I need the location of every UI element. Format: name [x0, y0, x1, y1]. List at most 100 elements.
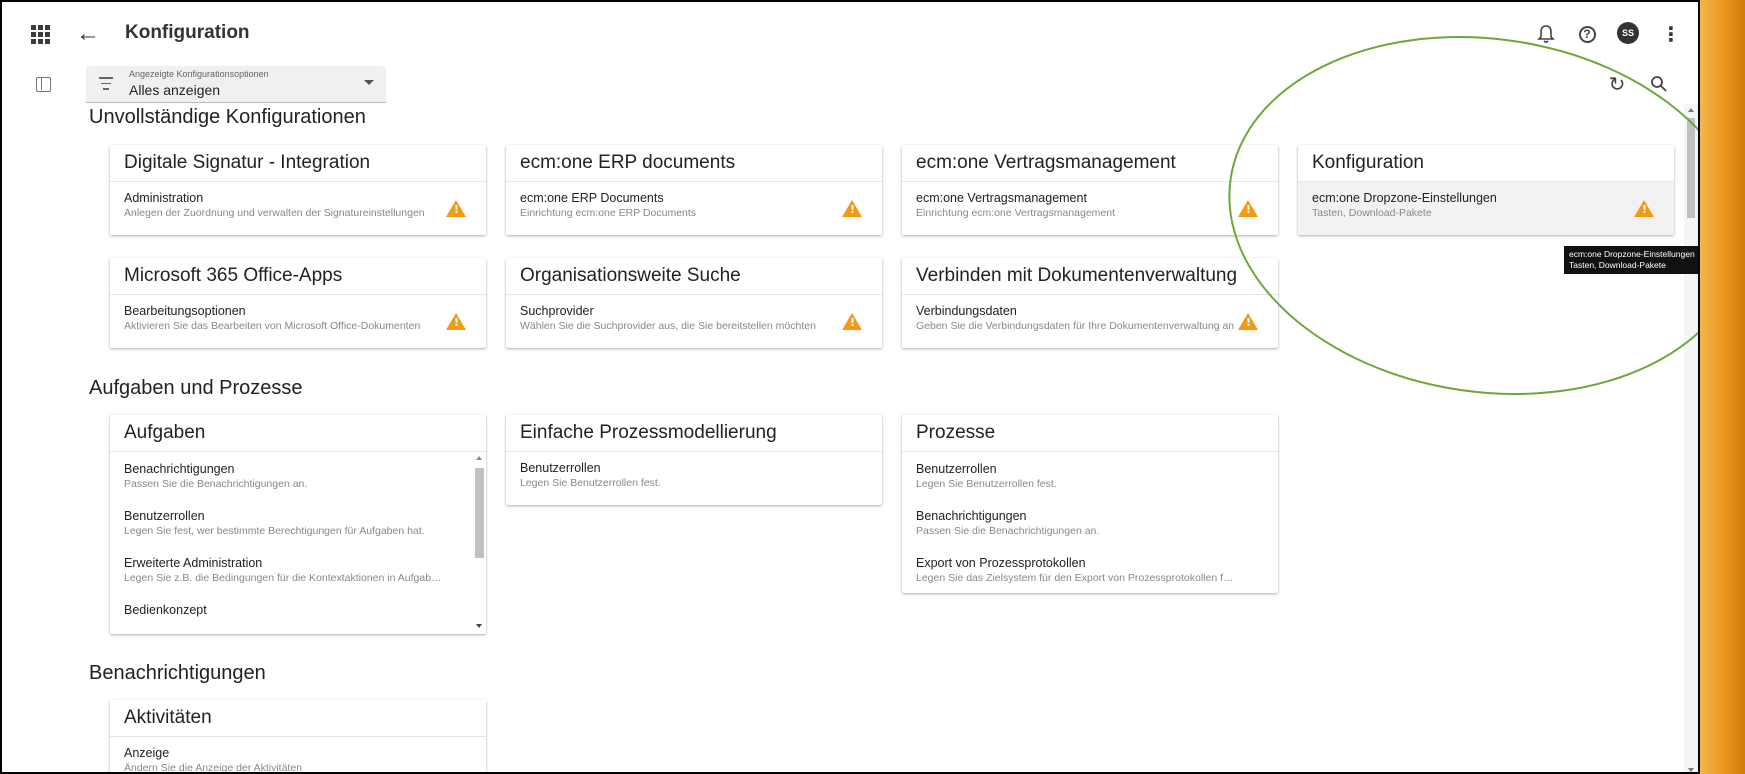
- item-desc: Tasten, Download-Pakete: [1312, 207, 1432, 219]
- section-title-notifications: Benachrichtigungen: [89, 662, 266, 684]
- section-title-tasks-processes: Aufgaben und Prozesse: [89, 377, 303, 399]
- item-name: Bedienkonzept: [124, 603, 207, 617]
- card-title: Microsoft 365 Office-Apps: [110, 258, 486, 295]
- card-aufgaben: Aufgaben Benachrichtigungen Passen Sie d…: [110, 415, 486, 634]
- card-prozessmodellierung: Einfache Prozessmodellierung Benutzerrol…: [506, 415, 882, 505]
- card-erp-documents: ecm:one ERP documents ecm:one ERP Docume…: [506, 145, 882, 235]
- item-name: Export von Prozessprotokollen: [916, 556, 1086, 570]
- warning-icon: [1238, 200, 1258, 217]
- scroll-down-icon[interactable]: [1688, 768, 1694, 772]
- item-desc: Einrichtung ecm:one Vertragsmanagement: [916, 207, 1116, 219]
- card-digital-signature: Digitale Signatur - Integration Administ…: [110, 145, 486, 235]
- item-desc: Passen Sie die Benachrichtigungen an.: [124, 478, 308, 490]
- tooltip: ecm:one Dropzone-Einstellungen Tasten, D…: [1564, 246, 1698, 274]
- card-item-anzeige[interactable]: Anzeige Ändern Sie die Anzeige der Aktiv…: [110, 737, 486, 774]
- item-desc: Legen Sie Benutzerrollen fest.: [916, 478, 1057, 490]
- card-title: Verbinden mit Dokumentenverwaltung: [902, 258, 1278, 295]
- card-title: Digitale Signatur - Integration: [110, 145, 486, 182]
- item-desc: Legen Sie das Zielsystem für den Export …: [916, 572, 1238, 584]
- card-item-suchprovider[interactable]: Suchprovider Wählen Sie die Suchprovider…: [506, 295, 882, 348]
- card-aktivitaeten: Aktivitäten Anzeige Ändern Sie die Anzei…: [110, 700, 486, 774]
- scroll-up-icon[interactable]: [1688, 108, 1694, 112]
- warning-icon: [446, 313, 466, 330]
- section-title-incomplete: Unvollständige Konfigurationen: [89, 106, 366, 128]
- item-name: Verbindungsdaten: [916, 304, 1017, 318]
- card-item-benachrichtigungen[interactable]: Benachrichtigungen Passen Sie die Benach…: [902, 499, 1278, 546]
- card-title: ecm:one ERP documents: [506, 145, 882, 182]
- item-name: Benachrichtigungen: [916, 509, 1027, 523]
- item-name: Administration: [124, 191, 204, 205]
- search-icon[interactable]: [1647, 72, 1671, 96]
- warning-icon: [446, 200, 466, 217]
- card-item-verbindungsdaten[interactable]: Verbindungsdaten Geben Sie die Verbindun…: [902, 295, 1278, 348]
- filter-icon: [98, 77, 114, 94]
- card-item-erp-documents[interactable]: ecm:one ERP Documents Einrichtung ecm:on…: [506, 182, 882, 235]
- card-title: Konfiguration: [1298, 145, 1674, 182]
- card-title: Einfache Prozessmodellierung: [506, 415, 882, 452]
- card-scrollbar[interactable]: [474, 454, 484, 630]
- item-name: ecm:one Vertragsmanagement: [916, 191, 1087, 205]
- item-name: Bearbeitungsoptionen: [124, 304, 246, 318]
- card-office-apps: Microsoft 365 Office-Apps Bearbeitungsop…: [110, 258, 486, 348]
- filter-label: Angezeigte Konfigurationsoptionen: [129, 69, 269, 79]
- item-name: Benutzerrollen: [520, 461, 601, 475]
- scroll-up-icon[interactable]: [476, 456, 482, 460]
- card-title: Aufgaben: [110, 415, 486, 452]
- item-desc: Passen Sie die Benachrichtigungen an.: [916, 525, 1100, 537]
- card-item-benachrichtigungen[interactable]: Benachrichtigungen Passen Sie die Benach…: [110, 452, 486, 499]
- page-scrollbar[interactable]: [1684, 104, 1698, 772]
- item-name: Benachrichtigungen: [124, 462, 235, 476]
- help-icon[interactable]: ?: [1575, 22, 1599, 46]
- item-desc: Legen Sie z.B. die Bedingungen für die K…: [124, 572, 446, 584]
- item-name: Suchprovider: [520, 304, 594, 318]
- back-arrow-icon[interactable]: ←: [74, 20, 102, 48]
- sidebar-toggle-icon[interactable]: [33, 74, 53, 94]
- background-strip: [1700, 0, 1745, 774]
- tooltip-line: ecm:one Dropzone-Einstellungen: [1569, 249, 1695, 259]
- warning-icon: [1634, 200, 1654, 217]
- item-name: Anzeige: [124, 746, 170, 760]
- refresh-icon[interactable]: ↻: [1605, 72, 1629, 96]
- card-item-vertragsmanagement[interactable]: ecm:one Vertragsmanagement Einrichtung e…: [902, 182, 1278, 235]
- item-desc: Ändern Sie die Anzeige der Aktivitäten: [124, 762, 303, 774]
- item-desc: Legen Sie Benutzerrollen fest.: [520, 477, 661, 489]
- card-title: Aktivitäten: [110, 700, 486, 737]
- item-name: ecm:one ERP Documents: [520, 191, 664, 205]
- card-item-benutzerrollen[interactable]: Benutzerrollen Legen Sie Benutzerrollen …: [506, 452, 882, 505]
- card-konfiguration: Konfiguration ecm:one Dropzone-Einstellu…: [1298, 145, 1674, 235]
- avatar[interactable]: SS: [1617, 22, 1639, 44]
- warning-icon: [842, 200, 862, 217]
- item-name: Benutzerrollen: [916, 462, 997, 476]
- card-title: Prozesse: [902, 415, 1278, 452]
- card-item-benutzerrollen[interactable]: Benutzerrollen Legen Sie fest, wer besti…: [110, 499, 486, 546]
- config-filter-select[interactable]: Angezeigte Konfigurationsoptionen Alles …: [86, 66, 386, 103]
- filter-value: Alles anzeigen: [129, 82, 221, 98]
- card-item-bearbeitungsoptionen[interactable]: Bearbeitungsoptionen Aktivieren Sie das …: [110, 295, 486, 348]
- page-title: Konfiguration: [125, 22, 250, 43]
- card-item-list[interactable]: Benachrichtigungen Passen Sie die Benach…: [110, 452, 486, 634]
- tooltip-line: Tasten, Download-Pakete: [1569, 260, 1666, 270]
- scroll-thumb[interactable]: [1687, 118, 1695, 218]
- card-dokumentenverwaltung: Verbinden mit Dokumentenverwaltung Verbi…: [902, 258, 1278, 348]
- card-item-dropzone-settings[interactable]: ecm:one Dropzone-Einstellungen Tasten, D…: [1298, 182, 1674, 235]
- item-desc: Anlegen der Zuordnung und verwalten der …: [124, 207, 425, 219]
- apps-grid-icon[interactable]: [28, 22, 52, 46]
- chevron-down-icon: [364, 80, 374, 85]
- card-item-export-prozessprotokolle[interactable]: Export von Prozessprotokollen Legen Sie …: [902, 546, 1278, 593]
- app-window: ← Konfiguration ? SS ⋮ Angezeigte Konfig…: [0, 0, 1700, 774]
- item-desc: Wählen Sie die Suchprovider aus, die Sie…: [520, 320, 816, 332]
- item-desc: Aktivieren Sie das Bearbeiten von Micros…: [124, 320, 421, 332]
- item-name: ecm:one Dropzone-Einstellungen: [1312, 191, 1497, 205]
- card-organisationsweite-suche: Organisationsweite Suche Suchprovider Wä…: [506, 258, 882, 348]
- item-desc: Geben Sie die Verbindungsdaten für Ihre …: [916, 320, 1235, 332]
- bell-icon[interactable]: [1534, 22, 1558, 46]
- more-vert-icon[interactable]: ⋮: [1659, 22, 1683, 46]
- scroll-down-icon[interactable]: [476, 624, 482, 628]
- card-item-administration[interactable]: Administration Anlegen der Zuordnung und…: [110, 182, 486, 235]
- card-item-benutzerrollen[interactable]: Benutzerrollen Legen Sie Benutzerrollen …: [902, 452, 1278, 499]
- warning-icon: [1238, 313, 1258, 330]
- card-item-erweiterte-administration[interactable]: Erweiterte Administration Legen Sie z.B.…: [110, 546, 486, 593]
- card-item-bedienkonzept[interactable]: Bedienkonzept: [110, 593, 486, 628]
- top-bar: ← Konfiguration ? SS ⋮: [2, 2, 1698, 66]
- scroll-thumb[interactable]: [475, 468, 484, 558]
